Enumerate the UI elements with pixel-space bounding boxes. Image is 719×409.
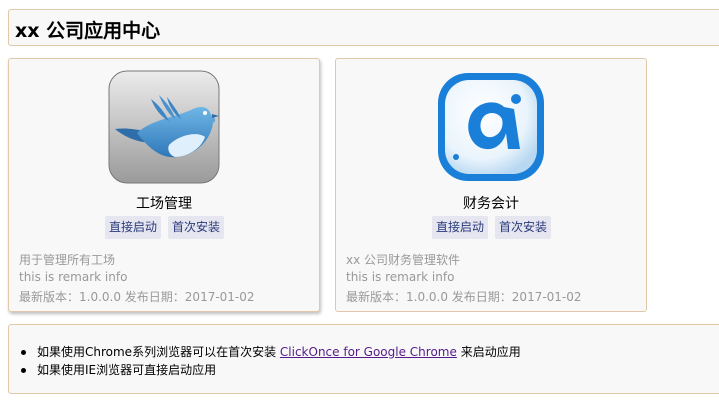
help-note-text: 如果使用Chrome系列浏览器可以在首次安装 bbox=[37, 345, 277, 359]
launch-button[interactable]: 直接启动 bbox=[432, 216, 489, 239]
app-remark: this is remark info bbox=[346, 270, 455, 284]
app-description: 用于管理所有工场 bbox=[19, 253, 116, 267]
help-notes-list: 如果使用Chrome系列浏览器可以在首次安装 ClickOnce for Goo… bbox=[21, 343, 521, 379]
app-version-info: 最新版本：1.0.0.0 发布日期：2017-01-02 bbox=[19, 290, 255, 304]
help-note-ie: 如果使用IE浏览器可直接启动应用 bbox=[21, 361, 521, 379]
help-notes-panel: 如果使用Chrome系列浏览器可以在首次安装 ClickOnce for Goo… bbox=[8, 324, 719, 394]
app-card-factory: 工场管理 直接启动 首次安装 用于管理所有工场 this is remark i… bbox=[8, 58, 320, 312]
app-description: xx 公司财务管理软件 bbox=[346, 253, 461, 267]
help-note-chrome: 如果使用Chrome系列浏览器可以在首次安装 ClickOnce for Goo… bbox=[21, 343, 521, 361]
install-button[interactable]: 首次安装 bbox=[168, 216, 225, 239]
clickonce-chrome-link[interactable]: ClickOnce for Google Chrome bbox=[280, 345, 457, 359]
page-header: xx 公司应用中心 bbox=[8, 9, 719, 46]
install-button[interactable]: 首次安装 bbox=[495, 216, 552, 239]
page-title: xx 公司应用中心 bbox=[15, 20, 161, 42]
app-name: 财务会计 bbox=[463, 196, 519, 212]
app-name: 工场管理 bbox=[136, 196, 192, 212]
launch-button[interactable]: 直接启动 bbox=[105, 216, 162, 239]
app-card-finance: 财务会计 直接启动 首次安装 xx 公司财务管理软件 this is remar… bbox=[335, 58, 647, 312]
finance-a-icon[interactable] bbox=[434, 69, 548, 186]
app-version-info: 最新版本：1.0.0.0 发布日期：2017-01-02 bbox=[346, 290, 582, 304]
help-note-text: 来启动应用 bbox=[460, 345, 521, 359]
twitter-bird-icon[interactable] bbox=[107, 69, 221, 186]
app-remark: this is remark info bbox=[19, 270, 128, 284]
